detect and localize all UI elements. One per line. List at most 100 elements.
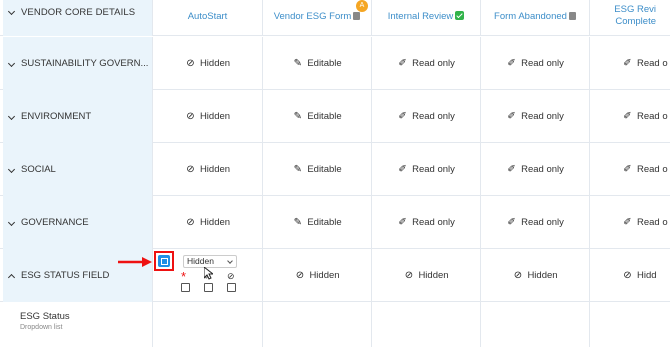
field-row: ESG Status Dropdown list <box>0 302 670 347</box>
permission-text: Hidden <box>199 164 231 175</box>
column-label: Internal Review <box>387 11 454 22</box>
permission-cell[interactable]: ✎ Editable <box>262 90 371 143</box>
eye-slash-icon: ⊘ <box>404 270 414 281</box>
permission-cell[interactable]: ✐ Read o <box>589 143 670 196</box>
field-type: Dropdown list <box>20 324 63 331</box>
permission-cell[interactable] <box>371 302 480 347</box>
required-asterisk-icon: * <box>181 269 187 284</box>
permission-text: Hidden <box>199 58 231 69</box>
pencil-icon: ✎ <box>293 111 303 122</box>
permission-cell[interactable]: ✎ Editable <box>262 37 371 90</box>
select-value: Hidden <box>187 256 214 266</box>
permission-cell[interactable]: ⊘ Hidden <box>371 249 480 302</box>
permission-cell[interactable]: ✎ Editable <box>262 196 371 249</box>
pencil-off-icon: ✐ <box>507 164 516 175</box>
eye-slash-icon: ⊘ <box>186 217 195 228</box>
column-autostart[interactable]: AutoStart <box>152 0 262 36</box>
column-form-abandoned[interactable]: Form Abandoned <box>480 0 589 36</box>
permission-cell[interactable]: ✐ Read only <box>371 90 480 143</box>
section-social[interactable]: SOCIAL <box>3 143 152 196</box>
permission-cell[interactable]: ✐ Read o <box>589 90 670 143</box>
permission-cell[interactable]: ✐ Read only <box>480 90 589 143</box>
permission-cell[interactable] <box>480 302 589 347</box>
column-esg-review-complete[interactable]: ESG Revi Complete <box>589 0 670 36</box>
pencil-off-icon: ✐ <box>623 217 632 228</box>
field-esg-status[interactable]: ESG Status Dropdown list <box>3 302 152 347</box>
chevron-down-icon <box>7 59 16 68</box>
permission-cell[interactable]: ✐ Read o <box>589 196 670 249</box>
permission-cell[interactable]: ✎ Editable <box>262 143 371 196</box>
eye-slash-icon: ⊘ <box>623 270 632 281</box>
chevron-up-icon <box>7 273 16 282</box>
chevron-down-icon <box>7 218 16 227</box>
pencil-off-icon: ✐ <box>623 164 632 175</box>
pencil-off-icon: ✐ <box>398 111 407 122</box>
column-internal-review[interactable]: Internal Review <box>371 0 480 36</box>
section-governance[interactable]: GOVERNANCE <box>3 196 152 249</box>
permission-cell[interactable]: ✐ Read only <box>371 37 480 90</box>
permission-cell[interactable]: ⊘ Hidd <box>589 249 670 302</box>
annotation-arrow-icon <box>118 257 152 267</box>
section-row: SUSTAINABILITY GOVERN... ⊘ Hidden ✎ Editab… <box>0 37 670 90</box>
readonly-checkbox[interactable] <box>204 283 213 292</box>
assignee-badge: A <box>356 0 368 12</box>
chevron-down-icon <box>7 112 16 121</box>
permission-text: Read o <box>637 217 668 228</box>
eye-slash-icon: ⊘ <box>186 58 195 69</box>
permission-cell[interactable]: ⊘ Hidden <box>152 37 262 90</box>
permission-text: Read only <box>521 217 564 228</box>
section-label: GOVERNANCE <box>21 217 89 228</box>
column-vendor-esg-form[interactable]: Vendor ESG Form A <box>262 0 371 36</box>
section-row: SOCIAL ⊘ Hidden ✎ Editable ✐ Read only ✐ Rea… <box>0 143 670 196</box>
column-label-line1: ESG Revi <box>614 4 656 15</box>
section-row: ENVIRONMENT ⊘ Hidden ✎ Editable ✐ Read only… <box>0 90 670 143</box>
permission-cell[interactable]: ⊘ Hidden <box>262 249 371 302</box>
permission-cell[interactable]: ✐ Read only <box>480 37 589 90</box>
eye-slash-icon: ⊘ <box>513 270 523 281</box>
permission-cell[interactable]: ✐ Read o <box>589 37 670 90</box>
permission-cell[interactable]: ✐ Read only <box>371 196 480 249</box>
pencil-off-icon: ✐ <box>507 58 516 69</box>
permission-text: Editable <box>307 164 342 175</box>
pencil-off-icon: ✐ <box>398 164 407 175</box>
permission-text: Hidden <box>418 270 449 281</box>
permission-cell[interactable] <box>589 302 670 347</box>
pencil-off-icon: ✐ <box>507 217 516 228</box>
permission-text: Read only <box>412 164 455 175</box>
permission-text: Hidden <box>199 111 231 122</box>
permission-cell[interactable]: ⊘ Hidden <box>480 249 589 302</box>
eye-slash-icon: ⊘ <box>186 111 195 122</box>
permission-cell[interactable]: ✐ Read only <box>371 143 480 196</box>
header-vendor-core-details[interactable]: VENDOR CORE DETAILS <box>3 0 152 36</box>
section-environment[interactable]: ENVIRONMENT <box>3 90 152 143</box>
eye-slash-icon: ⊘ <box>295 270 305 281</box>
permission-cell[interactable] <box>262 302 371 347</box>
checkmark-icon <box>455 11 465 20</box>
permission-cell[interactable] <box>152 302 262 347</box>
permission-cell[interactable]: ✐ Read only <box>480 143 589 196</box>
section-sustainability-governance[interactable]: SUSTAINABILITY GOVERN... <box>3 37 152 90</box>
section-label: SOCIAL <box>21 164 56 175</box>
permissions-grid: VENDOR CORE DETAILS AutoStart Vendor ESG… <box>0 0 670 350</box>
header-row: VENDOR CORE DETAILS AutoStart Vendor ESG… <box>0 0 670 36</box>
copy-button[interactable] <box>158 255 170 267</box>
permission-cell[interactable]: ⊘ Hidden <box>152 143 262 196</box>
required-checkbox[interactable] <box>181 283 190 292</box>
pencil-off-icon: ✐ <box>398 217 407 228</box>
field-row-esg-status: ESG STATUS FIELD Hidden * ✐ ⊘ ⊘Hidden ⊘H… <box>0 249 670 302</box>
hidden-checkbox[interactable] <box>227 283 236 292</box>
field-title: ESG Status <box>20 311 70 322</box>
document-icon <box>353 12 361 20</box>
permission-text: Editable <box>307 111 342 122</box>
permission-cell[interactable]: ✐ Read only <box>480 196 589 249</box>
column-label: AutoStart <box>187 11 228 22</box>
column-label: Vendor ESG Form <box>273 11 352 22</box>
permission-cell[interactable]: ⊘ Hidden <box>152 90 262 143</box>
column-label-line2: Complete <box>615 16 656 27</box>
permission-text: Read only <box>521 111 564 122</box>
column-label: Form Abandoned <box>494 11 567 22</box>
section-label: ENVIRONMENT <box>21 111 92 122</box>
permission-text: Read o <box>637 164 668 175</box>
permission-cell[interactable]: ⊘ Hidden <box>152 196 262 249</box>
permission-text: Read only <box>521 164 564 175</box>
